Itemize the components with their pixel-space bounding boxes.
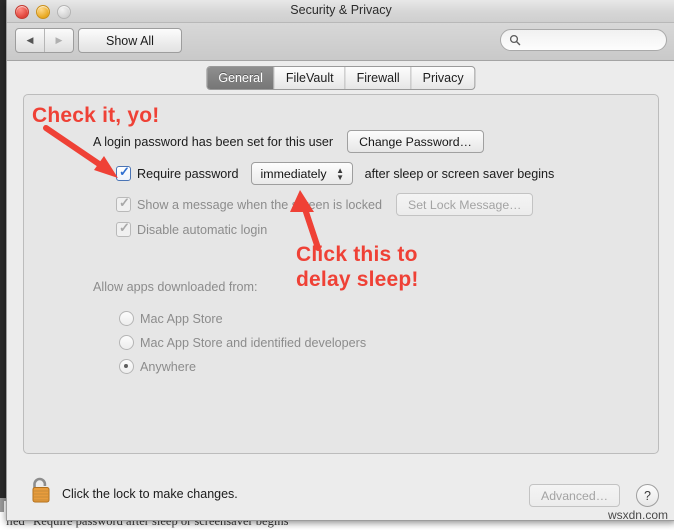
identified-developers-radio [119, 335, 134, 350]
show-lock-message-checkbox: ✓ [116, 196, 131, 212]
require-password-suffix-label: after sleep or screen saver begins [364, 166, 555, 181]
radio-mac-app-store: Mac App Store [119, 311, 223, 326]
open-padlock-icon[interactable] [29, 476, 53, 504]
mac-app-store-label: Mac App Store [140, 311, 223, 326]
show-lock-message-label: Show a message when the screen is locked [137, 197, 383, 212]
password-status-row: A login password has been set for this u… [93, 130, 484, 153]
popup-stepper-arrows-icon: ▲ ▼ [336, 165, 345, 182]
tab-group: General FileVault Firewall Privacy [206, 66, 476, 90]
tab-general[interactable]: General [207, 67, 274, 89]
window-toolbar: ◀ ▶ Show All [7, 23, 674, 61]
show-all-button[interactable]: Show All [78, 28, 182, 53]
mac-app-store-radio [119, 311, 134, 326]
allow-apps-label-row: Allow apps downloaded from: [93, 280, 258, 294]
radio-identified-developers: Mac App Store and identified developers [119, 335, 366, 350]
watermark: wsxdn.com [607, 508, 668, 522]
disable-auto-login-checkbox: ✓ [116, 221, 131, 237]
disable-auto-login-row: ✓ Disable automatic login [116, 221, 268, 237]
allow-apps-label: Allow apps downloaded from: [93, 280, 258, 294]
advanced-button: Advanced… [529, 484, 620, 507]
require-password-label: Require password [137, 166, 239, 181]
screenshot-root: lled "Require password after sleep or sc… [0, 0, 674, 530]
window-title: Security & Privacy [290, 3, 392, 17]
forward-button[interactable]: ▶ [44, 29, 73, 52]
annotation-arrow-to-checkbox [43, 125, 118, 178]
sleep-delay-popup-button[interactable]: immediately ▲ ▼ [250, 162, 353, 185]
window-titlebar: Security & Privacy [7, 0, 674, 23]
identified-developers-label: Mac App Store and identified developers [140, 335, 367, 350]
tab-privacy[interactable]: Privacy [410, 67, 475, 89]
annotation-click-this-line2: delay sleep! [296, 268, 419, 291]
anywhere-radio [119, 359, 134, 374]
tab-filevault[interactable]: FileVault [273, 67, 345, 89]
search-icon [509, 34, 521, 46]
preference-tabbar: General FileVault Firewall Privacy [7, 61, 674, 91]
set-lock-message-button: Set Lock Message… [396, 193, 534, 216]
change-password-button[interactable]: Change Password… [347, 130, 484, 153]
lock-message-label: Click the lock to make changes. [62, 487, 238, 501]
anywhere-label: Anywhere [140, 359, 197, 374]
require-password-row: ✓ Require password immediately ▲ ▼ after … [116, 162, 554, 185]
search-field[interactable] [500, 29, 667, 51]
radio-anywhere: Anywhere [119, 359, 196, 374]
back-button[interactable]: ◀ [16, 29, 44, 52]
sleep-delay-value: immediately [260, 166, 327, 181]
annotation-arrow-to-popup [290, 190, 321, 251]
tab-firewall[interactable]: Firewall [344, 67, 411, 89]
search-input[interactable] [525, 33, 649, 47]
help-button[interactable]: ? [636, 484, 659, 507]
nav-segmented-control[interactable]: ◀ ▶ [15, 28, 74, 53]
disable-auto-login-label: Disable automatic login [137, 222, 268, 237]
